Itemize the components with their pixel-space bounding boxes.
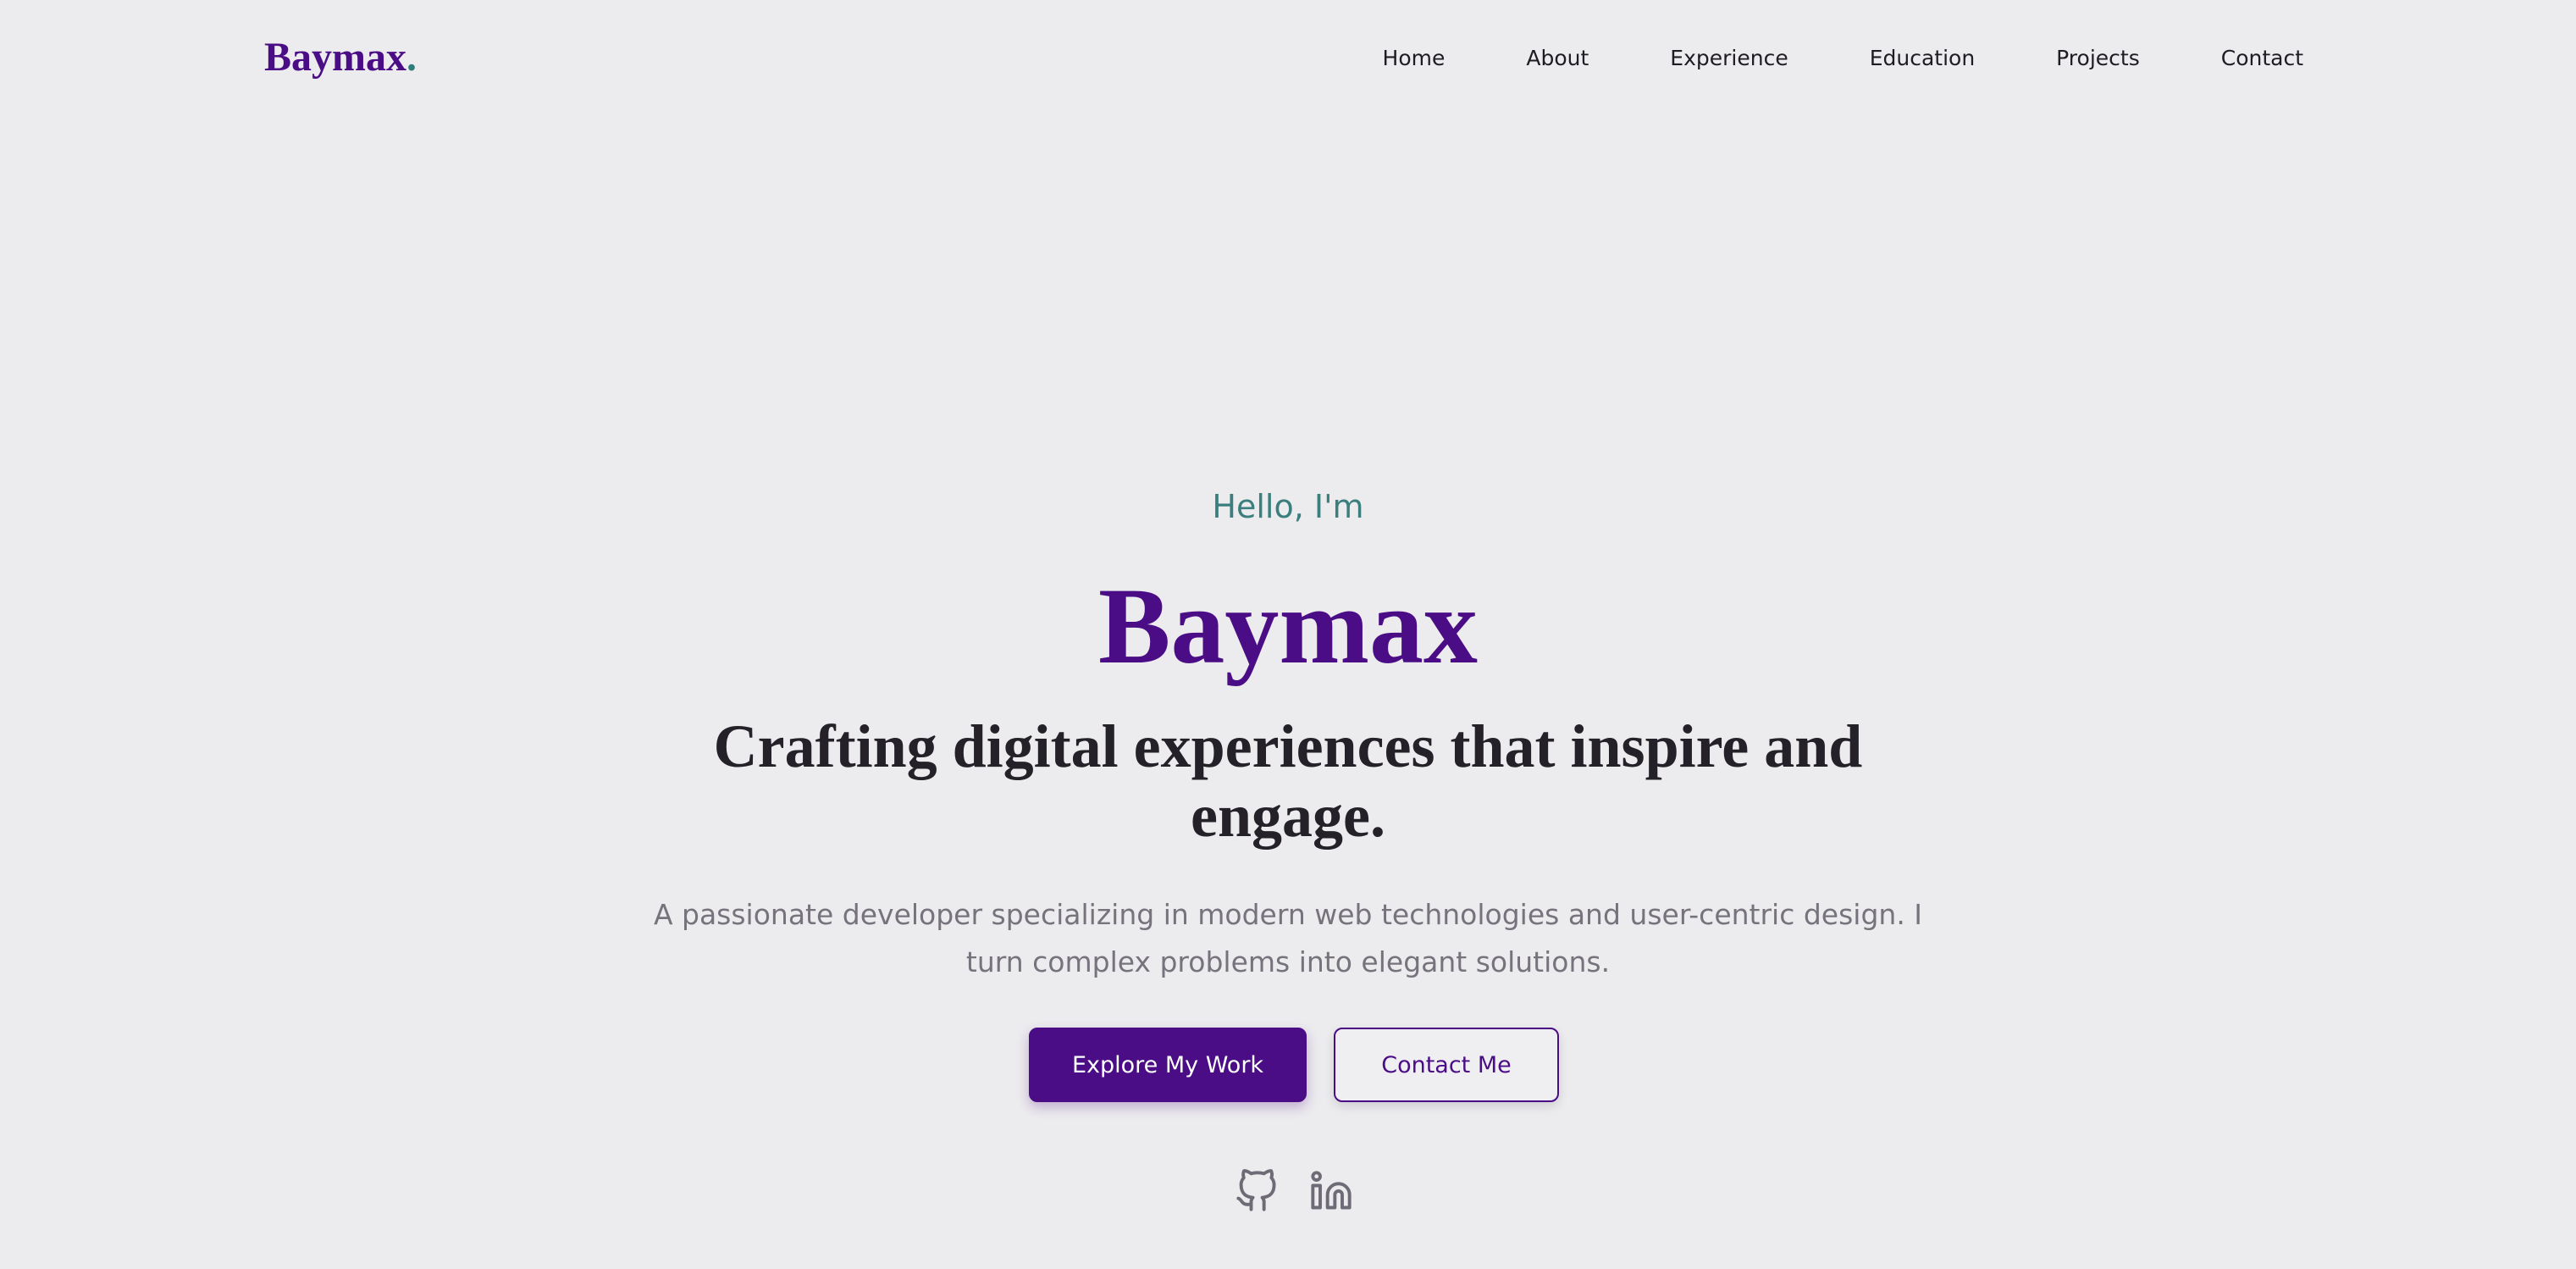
- hero-description: A passionate developer specializing in m…: [653, 898, 1923, 978]
- github-icon[interactable]: [1235, 1167, 1279, 1215]
- linkedin-icon[interactable]: [1309, 1167, 1353, 1215]
- social-links: [1235, 1167, 1353, 1215]
- contact-me-button[interactable]: Contact Me: [1334, 1028, 1559, 1102]
- hero-greeting: Hello, I'm: [1212, 488, 1364, 525]
- explore-work-button[interactable]: Explore My Work: [1029, 1028, 1307, 1102]
- hero-tagline: Crafting digital experiences that inspir…: [713, 712, 1863, 850]
- hero-name: Baymax: [1098, 566, 1478, 686]
- hero-section: Hello, I'm Baymax Crafting digital exper…: [0, 0, 2576, 1269]
